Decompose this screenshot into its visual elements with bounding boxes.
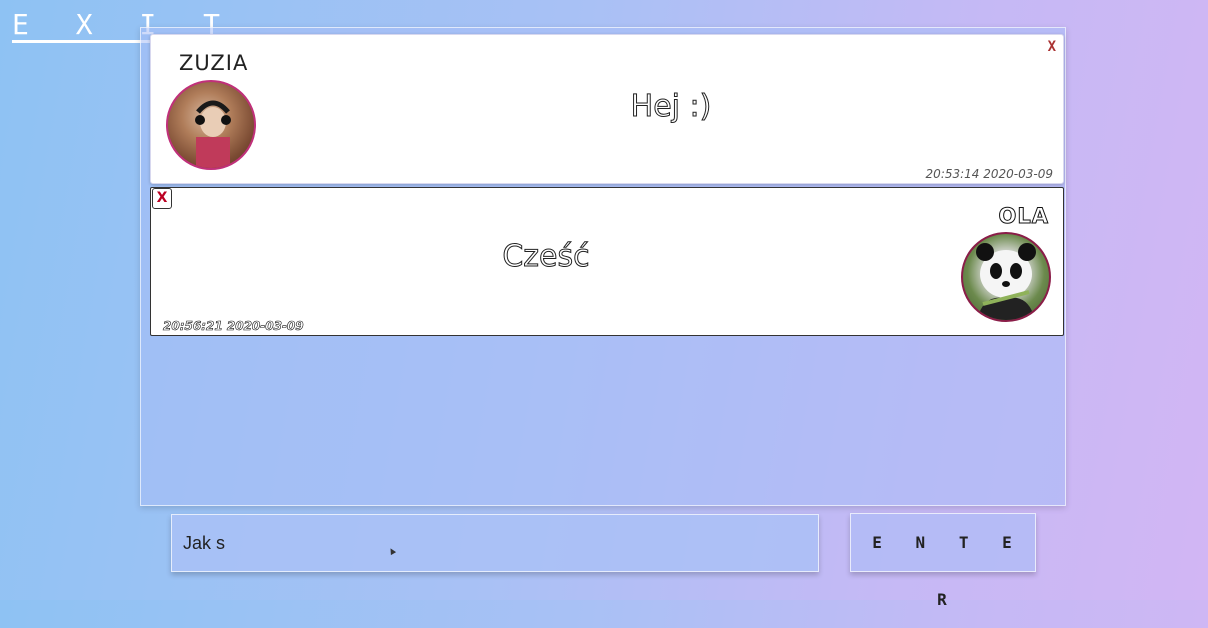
message-card: ZUZIA Hej :) 20:53:14 2020-03-09 X	[150, 34, 1064, 184]
chat-panel: ZUZIA Hej :) 20:53:14 2020-03-09 X X OLA	[140, 27, 1066, 506]
delete-message-button[interactable]: X	[152, 188, 172, 209]
avatar	[961, 232, 1051, 322]
sender-name: OLA	[998, 204, 1049, 229]
message-text: Cześć	[502, 239, 590, 275]
sender-name: ZUZIA	[179, 51, 249, 75]
enter-button[interactable]: E N T E R	[850, 513, 1036, 609]
avatar	[166, 80, 256, 170]
message-text: Hej :)	[630, 89, 712, 125]
message-timestamp: 20:53:14 2020-03-09	[925, 167, 1053, 181]
delete-message-button[interactable]: X	[1048, 38, 1056, 56]
message-card: X OLA Cześć 20:56:21 2020-03-09	[150, 187, 1064, 336]
panda-avatar-icon	[976, 243, 1036, 320]
avatar-photo-icon	[195, 100, 231, 168]
message-input[interactable]	[171, 514, 819, 572]
message-timestamp: 20:56:21 2020-03-09	[163, 319, 304, 334]
